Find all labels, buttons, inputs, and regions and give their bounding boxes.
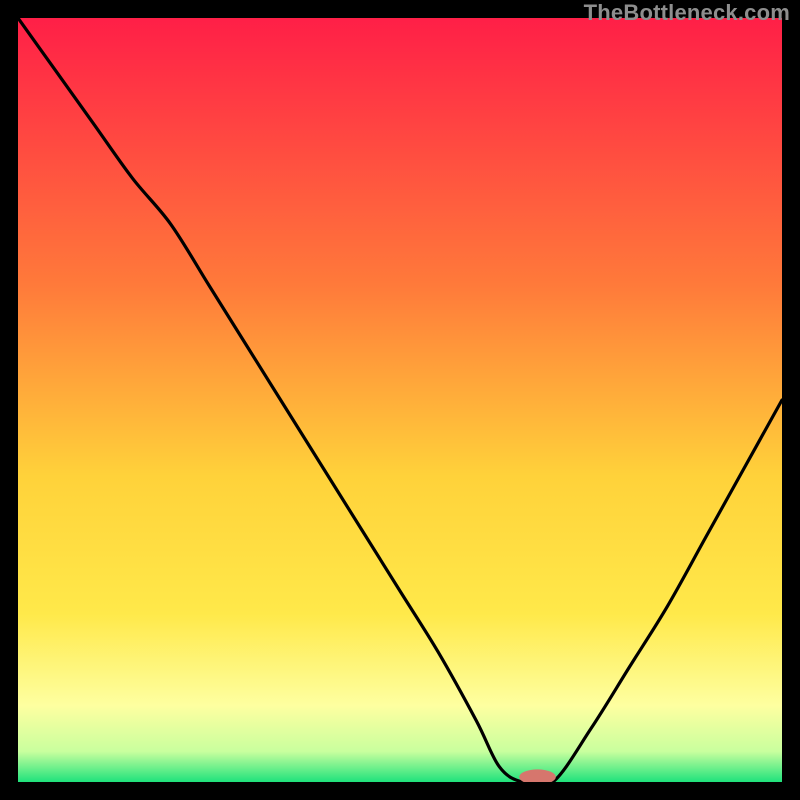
- watermark-text: TheBottleneck.com: [584, 0, 790, 26]
- outer-frame: TheBottleneck.com: [0, 0, 800, 800]
- optimal-marker: [519, 769, 556, 782]
- bottleneck-curve: [18, 18, 782, 782]
- plot-area: [18, 18, 782, 782]
